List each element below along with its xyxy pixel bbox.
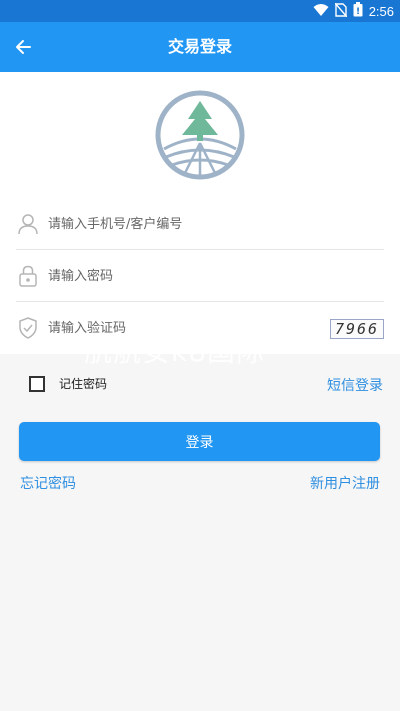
page-title: 交易登录 (167, 37, 232, 56)
user-icon (18, 214, 38, 235)
captcha-row: 7966 (16, 302, 384, 354)
wifi-icon (313, 2, 329, 21)
remember-password-toggle[interactable]: 记住密码 (29, 375, 107, 392)
login-form: 7966 (0, 196, 400, 354)
status-time: 2:56 (368, 3, 394, 19)
logo-emblem (155, 90, 245, 180)
lock-icon (19, 265, 37, 287)
forgot-password-link[interactable]: 忘记密码 (20, 473, 76, 493)
svg-text:!: ! (356, 7, 360, 17)
register-link[interactable]: 新用户注册 (310, 473, 380, 493)
captcha-image[interactable]: 7966 (330, 319, 384, 339)
password-row (16, 250, 384, 302)
app-bar: 交易登录 (0, 22, 400, 72)
remember-label: 记住密码 (59, 377, 108, 391)
shield-check-icon (19, 317, 37, 339)
status-icons: ! 2:56 (313, 1, 394, 21)
sms-login-link[interactable]: 短信登录 (327, 375, 383, 395)
account-row (16, 198, 384, 250)
no-sim-icon (334, 2, 348, 21)
account-input[interactable] (48, 210, 308, 238)
status-bar: ! 2:56 (0, 0, 400, 22)
password-input[interactable] (48, 262, 308, 290)
captcha-input[interactable] (48, 314, 308, 342)
login-button[interactable]: 登录 (19, 422, 380, 461)
logo-area (0, 72, 400, 196)
remember-checkbox[interactable] (29, 375, 45, 392)
battery-icon: ! (353, 1, 363, 21)
